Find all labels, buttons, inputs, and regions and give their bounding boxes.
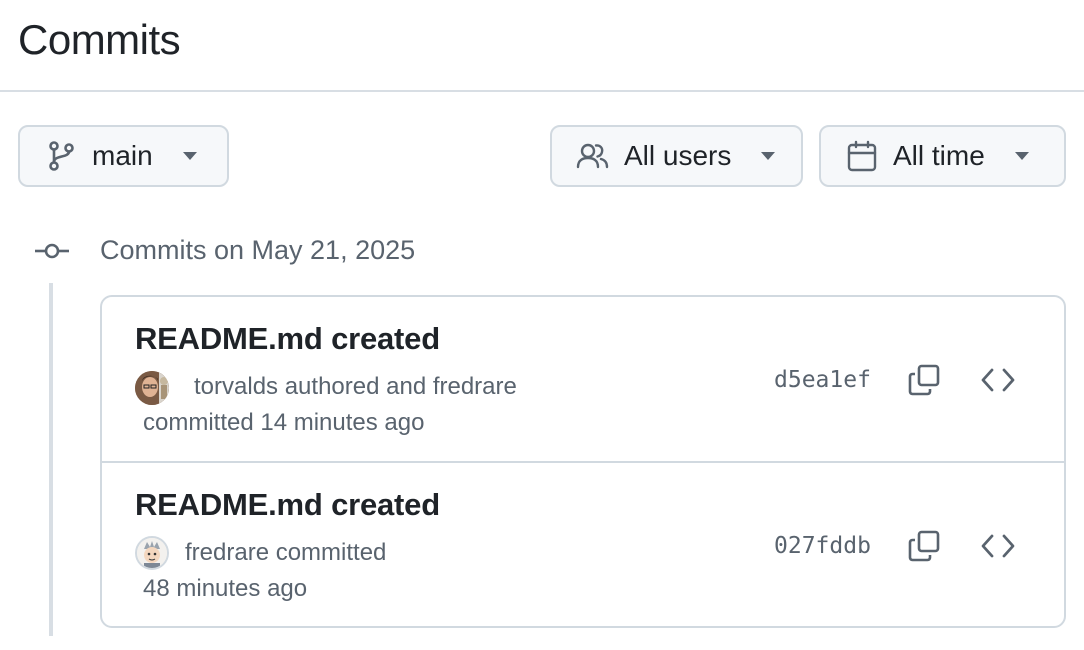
users-filter-button[interactable]: All users	[550, 125, 803, 187]
browse-code-icon[interactable]	[978, 360, 1018, 400]
avatar[interactable]	[135, 536, 169, 570]
commit-meta-line: 48 minutes ago	[143, 575, 308, 602]
browse-code-icon[interactable]	[978, 526, 1018, 566]
commit-title-link[interactable]: README.md created	[135, 487, 440, 523]
chevron-down-icon	[761, 152, 776, 160]
title-divider	[0, 90, 1084, 92]
commit-title-link[interactable]: README.md created	[135, 321, 440, 357]
commit-group-heading: Commits on May 21, 2025	[100, 235, 416, 265]
time-filter-button[interactable]: All time	[819, 125, 1066, 187]
row-divider	[102, 461, 1064, 463]
commit-meta-line: torvalds authored and fredrare	[194, 373, 517, 400]
copy-icon[interactable]	[904, 526, 944, 566]
users-filter-label: All users	[624, 140, 732, 171]
people-icon	[576, 141, 610, 171]
git-branch-icon	[46, 140, 76, 172]
calendar-icon	[847, 140, 877, 172]
page-title: Commits	[18, 16, 181, 63]
commit-sha-link[interactable]: d5ea1ef	[774, 367, 871, 393]
commit-meta-line: committed 14 minutes ago	[143, 409, 425, 436]
copy-icon[interactable]	[904, 360, 944, 400]
git-commit-icon	[34, 238, 70, 264]
avatar[interactable]	[135, 371, 169, 405]
chevron-down-icon	[182, 152, 197, 160]
chevron-down-icon	[1014, 152, 1029, 160]
time-filter-label: All time	[893, 140, 985, 171]
commit-list: README.md created torvalds authored and …	[100, 295, 1066, 628]
timeline-line	[49, 283, 53, 636]
commit-sha-link[interactable]: 027fddb	[774, 533, 871, 559]
branch-selector-button[interactable]: main	[18, 125, 229, 187]
commit-meta-line: fredrare committed	[185, 539, 387, 566]
branch-label: main	[92, 140, 153, 171]
